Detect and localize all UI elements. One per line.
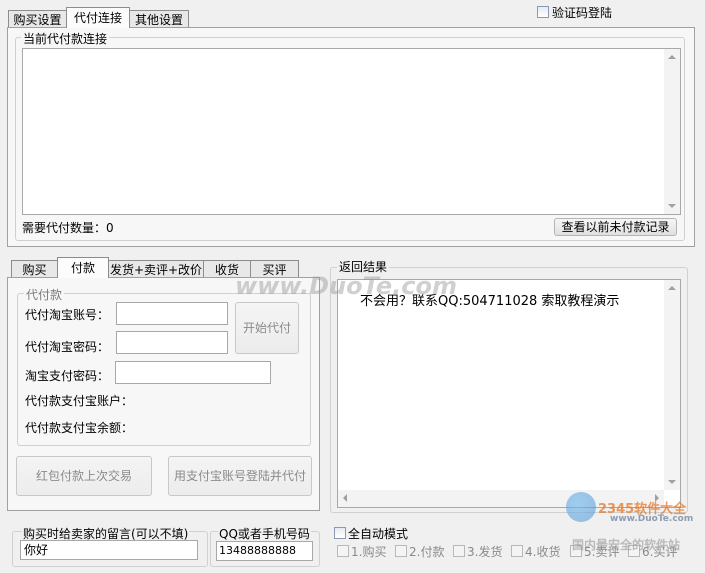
result-vertical-scrollbar[interactable] — [664, 280, 680, 490]
taobao-password-label: 代付淘宝密码： — [25, 340, 110, 354]
alipay-balance-label: 代付款支付宝余额： — [25, 421, 134, 435]
step-label-pay: 2.付款 — [409, 545, 445, 559]
scroll-up-icon[interactable] — [668, 55, 676, 59]
tab-buy[interactable]: 购买 — [11, 260, 58, 278]
duote-logo-icon — [566, 492, 596, 522]
result-scroll-down-icon[interactable] — [668, 480, 676, 484]
pay-count-label: 需要代付数量：0 — [22, 219, 114, 236]
payment-group-title: 代付款 — [24, 286, 65, 303]
view-unpaid-history-button[interactable]: 查看以前未付款记录 — [554, 218, 677, 236]
connection-list-scrollbar[interactable] — [664, 49, 680, 214]
pay-count-caption: 需要代付数量： — [22, 221, 107, 235]
step-checkbox-buy[interactable] — [337, 545, 349, 557]
alipay-password-input[interactable] — [115, 361, 271, 384]
alipay-password-label: 淘宝支付密码： — [25, 369, 110, 383]
tab-payment-connection[interactable]: 代付连接 — [66, 7, 130, 28]
taobao-password-input[interactable] — [116, 331, 228, 354]
auto-mode-checkbox[interactable] — [334, 527, 346, 539]
alipay-account-label: 代付款支付宝账户： — [25, 394, 134, 408]
auto-mode-label: 全自动模式 — [348, 527, 409, 541]
slogan-watermark: 国内最安全的软件站 — [572, 538, 681, 552]
tab-pay[interactable]: 付款 — [57, 257, 109, 278]
connection-list[interactable] — [22, 48, 681, 215]
step-checkbox-ship[interactable] — [453, 545, 465, 557]
step-label-buy: 1.购买 — [351, 545, 387, 559]
step-checkbox-pay[interactable] — [395, 545, 407, 557]
result-scroll-left-icon[interactable] — [343, 494, 347, 502]
start-pay-button[interactable]: 开始代付 — [235, 302, 299, 354]
result-scroll-up-icon[interactable] — [668, 286, 676, 290]
step-label-receive: 4.收货 — [525, 545, 561, 559]
tab-other-settings[interactable]: 其他设置 — [129, 10, 189, 28]
scroll-down-icon[interactable] — [668, 204, 676, 208]
pay-count-value: 0 — [106, 221, 114, 235]
site-watermark: www.DuoTe.com — [610, 514, 694, 524]
captcha-login-checkbox[interactable] — [537, 6, 549, 18]
contact-label: QQ或者手机号码 — [218, 525, 311, 542]
step-checkbox-receive[interactable] — [511, 545, 523, 557]
message-input[interactable]: 你好 — [20, 540, 198, 560]
taobao-account-label: 代付淘宝账号： — [25, 308, 110, 322]
captcha-login-label: 验证码登陆 — [552, 6, 613, 20]
taobao-account-input[interactable] — [116, 302, 228, 325]
connection-group-title: 当前代付款连接 — [21, 30, 110, 47]
step-label-ship: 3.发货 — [467, 545, 503, 559]
tab-purchase-settings[interactable]: 购买设置 — [8, 10, 67, 28]
result-textarea[interactable]: 不会用？联系QQ:504711028 索取教程演示 — [337, 279, 681, 508]
red-packet-pay-button[interactable]: 红包付款上次交易 — [16, 456, 152, 496]
duote-watermark: www.DuoTe.com — [235, 272, 457, 300]
alipay-login-pay-button[interactable]: 用支付宝账号登陆并代付 — [168, 456, 312, 496]
contact-input[interactable]: 13488888888 — [216, 541, 313, 561]
tab-ship-review-price[interactable]: 发货+卖评+改价 — [108, 260, 204, 278]
